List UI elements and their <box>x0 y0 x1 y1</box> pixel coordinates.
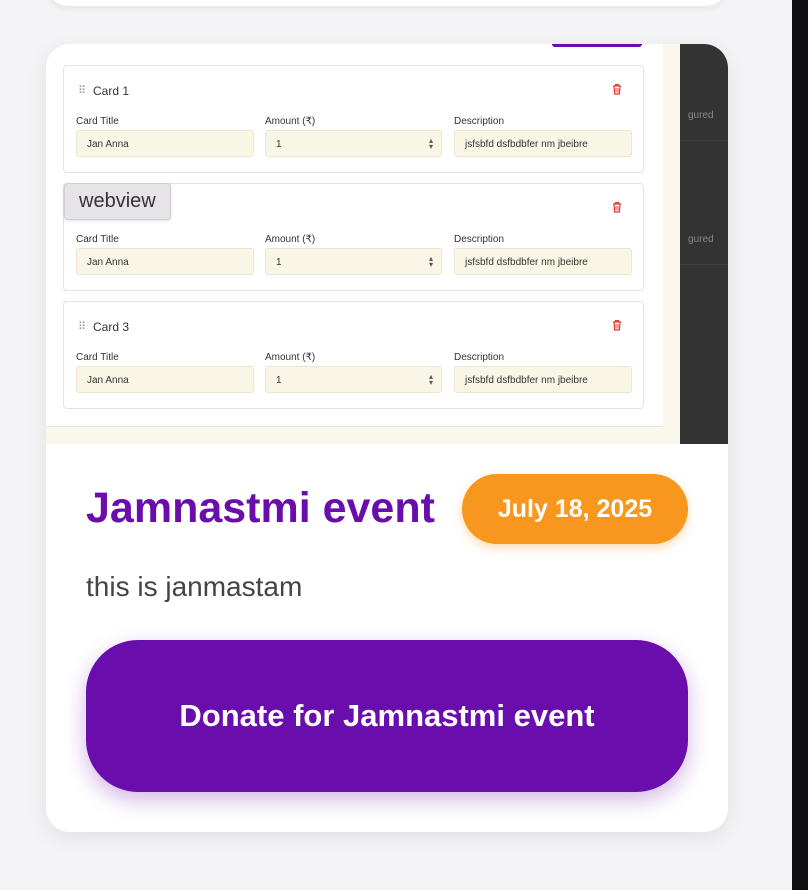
image-amount-field: 1 ▴ ▾ <box>265 366 442 393</box>
image-desc-field: jsfsbfd dsfbdbfer nm jbeibre <box>454 248 632 275</box>
image-field-label: Amount (₹) <box>265 352 316 363</box>
stepper-icon: ▴ ▾ <box>428 372 433 387</box>
image-card-name: Card 1 <box>93 84 130 98</box>
image-card-1: ⠿ Card 1 Card Title Amount (₹) Descripti… <box>63 65 644 173</box>
image-card-name: Card 3 <box>93 320 130 334</box>
image-field-label: Description <box>454 352 505 363</box>
drag-handle-icon: ⠿ <box>78 85 86 97</box>
image-divider <box>680 140 728 141</box>
image-field-label: Card Title <box>76 352 119 363</box>
image-form-panel: ⠿ Card 1 Card Title Amount (₹) Descripti… <box>46 44 663 427</box>
image-amount-field: 1 ▴ ▾ <box>265 130 442 157</box>
image-field-label: Description <box>454 234 505 245</box>
image-field-label: Amount (₹) <box>265 116 316 127</box>
donate-button[interactable]: Donate for Jamnastmi event <box>86 640 688 792</box>
image-field-label: Card Title <box>76 234 119 245</box>
previous-event-card <box>46 0 728 6</box>
image-desc-field: jsfsbfd dsfbdbfer nm jbeibre <box>454 130 632 157</box>
image-field-value: 1 <box>276 257 282 268</box>
donate-button-label: Donate for Jamnastmi event <box>179 698 595 733</box>
image-desc-field: jsfsbfd dsfbdbfer nm jbeibre <box>454 366 632 393</box>
trash-icon <box>613 84 621 95</box>
image-field-value: Jan Anna <box>87 139 129 150</box>
image-field-value: 1 <box>276 375 282 386</box>
image-side-text: gured <box>688 234 714 245</box>
image-side-text: gured <box>688 110 714 121</box>
event-title: Jamnastmi event <box>86 484 435 532</box>
event-description: this is janmastam <box>86 571 303 602</box>
image-field-label: Description <box>454 116 505 127</box>
webview-tooltip: webview <box>64 183 171 220</box>
image-field-value: jsfsbfd dsfbdbfer nm jbeibre <box>465 139 588 150</box>
image-field-value: jsfsbfd dsfbdbfer nm jbeibre <box>465 257 588 268</box>
image-title-field: Jan Anna <box>76 248 254 275</box>
window-edge <box>792 0 808 890</box>
image-title-field: Jan Anna <box>76 130 254 157</box>
image-field-value: Jan Anna <box>87 375 129 386</box>
image-amount-field: 1 ▴ ▾ <box>265 248 442 275</box>
image-field-label: Card Title <box>76 116 119 127</box>
trash-icon <box>613 202 621 213</box>
image-field-value: Jan Anna <box>87 257 129 268</box>
image-title-field: Jan Anna <box>76 366 254 393</box>
drag-handle-icon: ⠿ <box>78 321 86 333</box>
image-divider <box>680 264 728 265</box>
trash-icon <box>613 320 621 331</box>
event-card: gured gured ⠿ Card 1 Card Title Amount (… <box>46 44 728 832</box>
stepper-icon: ▴ ▾ <box>428 254 433 269</box>
event-image: gured gured ⠿ Card 1 Card Title Amount (… <box>46 44 728 444</box>
image-field-value: 1 <box>276 139 282 150</box>
stepper-icon: ▴ ▾ <box>428 136 433 151</box>
event-date-badge: July 18, 2025 <box>462 474 688 544</box>
image-field-value: jsfsbfd dsfbdbfer nm jbeibre <box>465 375 588 386</box>
image-purple-tab <box>552 44 642 47</box>
image-field-label: Amount (₹) <box>265 234 316 245</box>
image-card-3: ⠿ Card 3 Card Title Amount (₹) Descripti… <box>63 301 644 409</box>
